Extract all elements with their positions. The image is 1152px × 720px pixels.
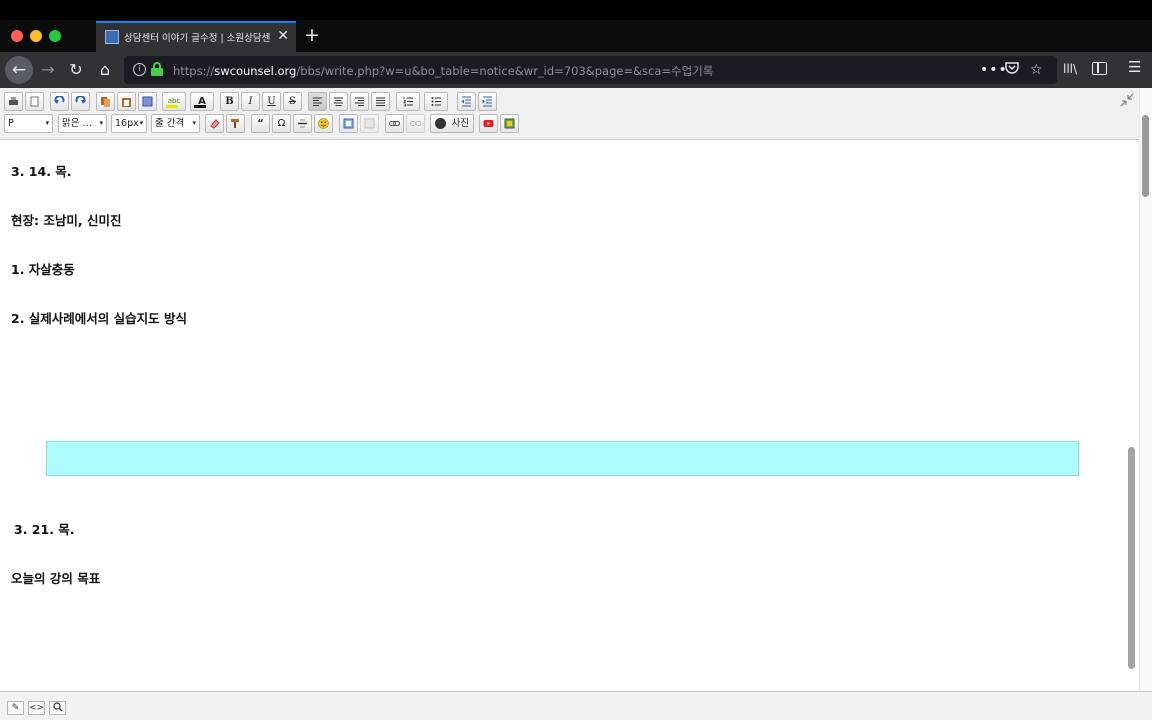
format-select-value: P [8,118,14,129]
content-line: 오늘의 강의 목표 [11,571,101,586]
tab-bar: 상담센터 이야기 글수정 | 소원상담센 ✕ + [0,20,1152,52]
back-button[interactable]: ← [5,56,33,84]
format-select[interactable]: P ▾ [4,114,53,133]
media-icon[interactable] [500,114,519,133]
browser-window: 상담센터 이야기 글수정 | 소원상담센 ✕ + ← → ↻ ⌂ i https… [0,0,1152,720]
italic-button[interactable]: I [241,92,260,111]
underline-button[interactable]: U [262,92,281,111]
new-tab-button[interactable]: + [304,23,320,47]
template-icon[interactable] [360,114,379,133]
page-scrollbar-thumb[interactable] [1128,447,1135,669]
editor: abc A B I U S P ▾ 맑은 … ▾ 16px ▾ 줄 간격 ▾ “… [0,88,1152,720]
undo-icon[interactable] [50,92,69,111]
unordered-list-icon[interactable] [424,92,448,111]
photo-button-label: 사진 [451,118,469,129]
favicon-icon [105,30,119,44]
url-prefix: https:// [173,64,215,78]
lock-icon[interactable] [151,62,163,76]
special-char-button[interactable]: Ω [272,114,291,133]
reload-button[interactable]: ↻ [64,56,88,84]
font-color-button[interactable]: A [190,92,214,111]
content-line: 1. 자살충동 [11,262,75,277]
print-icon[interactable] [4,92,23,111]
highlight-color-button[interactable]: abc [162,92,186,111]
redo-icon[interactable] [71,92,90,111]
emoticon-icon[interactable] [314,114,333,133]
bold-button[interactable]: B [220,92,239,111]
highlighted-block[interactable] [46,441,1079,476]
screen-top-bar [0,0,1152,20]
content-line: 2. 실제사례에서의 실습지도 방식 [11,311,188,326]
font-select-value: 맑은 … [62,118,92,129]
content-line: 현장: 조남미, 신미진 [11,213,122,228]
window-maximize-button[interactable] [49,30,61,42]
camera-icon [435,118,446,129]
bookmark-star-icon[interactable]: ☆ [1030,61,1043,79]
url-path: /bbs/write.php?w=u&bo_table=notice&wr_id… [296,64,714,78]
url-host: swcounsel.org [214,64,297,78]
sidebar-icon[interactable] [1092,62,1107,75]
content-line: 3. 21. 목. [14,522,75,537]
align-justify-icon[interactable] [371,92,390,111]
url-text[interactable]: https://swcounsel.org/bbs/write.php?w=u&… [173,63,713,79]
library-icon[interactable]: lll\ [1063,62,1077,76]
unlink-icon[interactable] [406,114,425,133]
horizontal-rule-icon[interactable] [293,114,312,133]
select-all-icon[interactable] [138,92,157,111]
tab-close-button[interactable]: ✕ [277,27,289,45]
window-minimize-button[interactable] [30,30,42,42]
indent-icon[interactable] [478,92,497,111]
format-painter-icon[interactable] [226,114,245,133]
menu-icon[interactable]: ☰ [1128,58,1141,76]
home-button[interactable]: ⌂ [93,56,117,84]
tab-title: 상담센터 이야기 글수정 | 소원상담센 [124,33,270,44]
pocket-icon[interactable] [1005,61,1019,80]
edit-mode-button[interactable]: ✎ [7,701,24,715]
magnifier-icon [52,702,62,712]
scrollbar-thumb[interactable] [1142,115,1149,197]
highlight-label: abc [167,97,181,105]
align-left-icon[interactable] [308,92,327,111]
editor-scrollbar[interactable] [1139,88,1152,691]
image-frame-icon[interactable] [339,114,358,133]
collapse-toolbar-icon[interactable] [1120,93,1134,111]
font-select[interactable]: 맑은 … ▾ [58,114,107,133]
outdent-icon[interactable] [457,92,476,111]
align-right-icon[interactable] [350,92,369,111]
tab-active[interactable]: 상담센터 이야기 글수정 | 소원상담센 ✕ [96,21,296,52]
youtube-icon[interactable] [479,114,498,133]
editor-toolbar: abc A B I U S P ▾ 맑은 … ▾ 16px ▾ 줄 간격 ▾ “… [0,88,1152,140]
font-size-select[interactable]: 16px ▾ [111,114,147,133]
eraser-icon[interactable] [205,114,224,133]
editor-mode-bar: ✎ <> [0,691,1152,720]
window-close-button[interactable] [11,30,23,42]
preview-mode-button[interactable] [49,701,66,715]
align-center-icon[interactable] [329,92,348,111]
font-size-value: 16px [115,118,139,129]
source-mode-button[interactable]: <> [28,701,45,715]
blockquote-button[interactable]: “ [251,114,270,133]
line-height-value: 줄 간격 [155,118,185,129]
paste-icon[interactable] [117,92,136,111]
info-icon[interactable]: i [133,63,146,76]
document-area[interactable]: 3. 14. 목. 현장: 조남미, 신미진 1. 자살충동 2. 실제사례에서… [0,141,1139,691]
strikethrough-button[interactable]: S [283,92,302,111]
url-bar[interactable]: i https://swcounsel.org/bbs/write.php?w=… [124,56,1057,84]
photo-upload-button[interactable]: 사진 [430,114,474,133]
page-actions-icon[interactable]: ••• [980,61,1008,79]
new-document-icon[interactable] [25,92,44,111]
navigation-bar: ← → ↻ ⌂ i https://swcounsel.org/bbs/writ… [0,52,1152,88]
link-icon[interactable] [385,114,404,133]
content-line: 3. 14. 목. [11,164,72,179]
forward-button[interactable]: → [36,56,60,84]
copy-icon[interactable] [96,92,115,111]
ordered-list-icon[interactable] [396,92,420,111]
line-height-select[interactable]: 줄 간격 ▾ [151,114,200,133]
